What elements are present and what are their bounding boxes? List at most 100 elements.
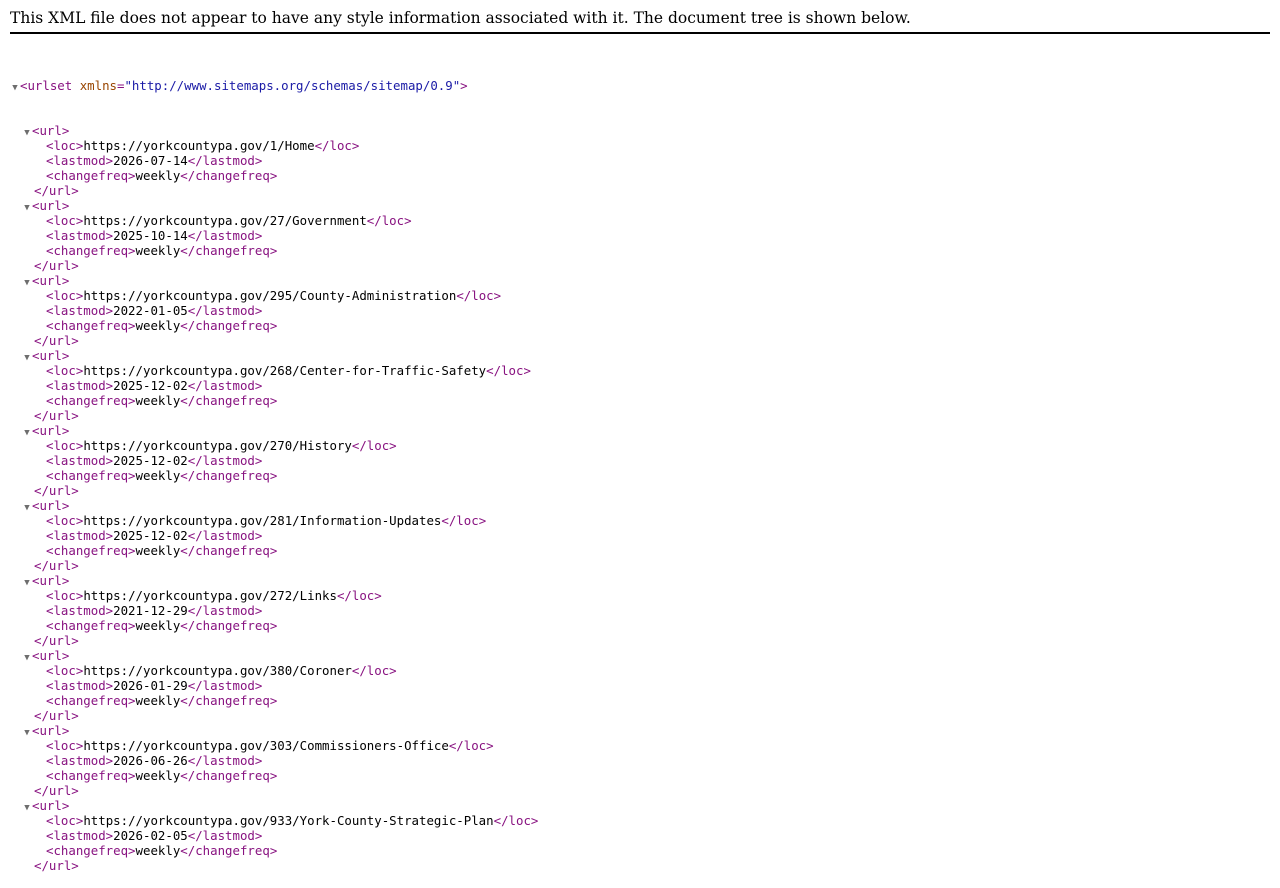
url-close-line: </url>: [0, 183, 1280, 198]
changefreq-value: weekly: [135, 393, 181, 408]
lastmod-open-tag: <lastmod>: [46, 603, 114, 618]
lastmod-open-tag: <lastmod>: [46, 678, 114, 693]
loc-open-tag: <loc>: [46, 363, 84, 378]
url-close-tag: </url>: [34, 858, 79, 873]
url-close-tag: </url>: [34, 333, 79, 348]
loc-line: <loc>https://yorkcountypa.gov/380/Corone…: [0, 663, 1280, 678]
lastmod-value: 2026-01-29: [113, 678, 188, 693]
url-open-tag: <url>: [32, 273, 70, 288]
loc-open-tag: <loc>: [46, 588, 84, 603]
loc-close-tag: </loc>: [448, 738, 494, 753]
url-entry: ▼ <url> <loc>https://yorkcountypa.gov/272/…: [0, 573, 1280, 648]
lastmod-line: <lastmod>2025-12-02</lastmod>: [0, 378, 1280, 393]
loc-value: https://yorkcountypa.gov/281/Information…: [83, 513, 442, 528]
url-close-line: </url>: [0, 558, 1280, 573]
loc-close-tag: </loc>: [336, 588, 382, 603]
url-open-tag: <url>: [32, 123, 70, 138]
lastmod-close-tag: </lastmod>: [187, 528, 263, 543]
url-entry: ▼ <url> <loc>https://yorkcountypa.gov/933/…: [0, 798, 1280, 873]
url-open-tag: <url>: [32, 723, 70, 738]
changefreq-line: <changefreq>weekly</changefreq>: [0, 618, 1280, 633]
lastmod-close-tag: </lastmod>: [187, 153, 263, 168]
url-open-line: ▼ <url>: [0, 198, 1280, 213]
url-open-line: ▼ <url>: [0, 498, 1280, 513]
changefreq-open-tag: <changefreq>: [46, 618, 136, 633]
url-entry: ▼ <url> <loc>https://yorkcountypa.gov/380/…: [0, 648, 1280, 723]
changefreq-open-tag: <changefreq>: [46, 468, 136, 483]
url-open-tag: <url>: [32, 198, 70, 213]
changefreq-value: weekly: [135, 618, 181, 633]
loc-open-tag: <loc>: [46, 513, 84, 528]
url-close-tag: </url>: [34, 183, 79, 198]
url-open-line: ▼ <url>: [0, 573, 1280, 588]
changefreq-line: <changefreq>weekly</changefreq>: [0, 768, 1280, 783]
changefreq-close-tag: </changefreq>: [180, 843, 278, 858]
url-close-line: </url>: [0, 708, 1280, 723]
loc-close-tag: </loc>: [456, 288, 502, 303]
url-open-line: ▼ <url>: [0, 798, 1280, 813]
url-close-tag: </url>: [34, 558, 79, 573]
lastmod-value: 2025-12-02: [113, 453, 188, 468]
changefreq-value: weekly: [135, 318, 181, 333]
url-open-line: ▼ <url>: [0, 123, 1280, 138]
url-close-line: </url>: [0, 258, 1280, 273]
lastmod-open-tag: <lastmod>: [46, 828, 114, 843]
loc-close-tag: </loc>: [351, 438, 397, 453]
xmlns-attr-name: xmlns: [79, 78, 117, 93]
xml-document-tree: ▼ <urlset xmlns="http://www.sitemaps.org/…: [0, 48, 1280, 888]
collapse-toggle-icon[interactable]: ▼: [10, 81, 20, 96]
changefreq-open-tag: <changefreq>: [46, 168, 136, 183]
lastmod-close-tag: </lastmod>: [187, 303, 263, 318]
url-open-tag: <url>: [32, 573, 70, 588]
xmlns-attr-value: "http://www.sitemaps.org/schemas/sitemap…: [124, 78, 461, 93]
url-close-tag: </url>: [34, 708, 79, 723]
changefreq-open-tag: <changefreq>: [46, 693, 136, 708]
changefreq-open-tag: <changefreq>: [46, 318, 136, 333]
lastmod-line: <lastmod>2022-01-05</lastmod>: [0, 303, 1280, 318]
url-entry: ▼ <url> <loc>https://yorkcountypa.gov/27/G…: [0, 198, 1280, 273]
lastmod-open-tag: <lastmod>: [46, 528, 114, 543]
changefreq-value: weekly: [135, 243, 181, 258]
lastmod-line: <lastmod>2021-12-29</lastmod>: [0, 603, 1280, 618]
url-close-line: </url>: [0, 633, 1280, 648]
loc-line: <loc>https://yorkcountypa.gov/270/Histor…: [0, 438, 1280, 453]
url-open-line: ▼ <url>: [0, 723, 1280, 738]
urlset-open-tag: <urlset: [20, 78, 80, 93]
loc-line: <loc>https://yorkcountypa.gov/1/Home</lo…: [0, 138, 1280, 153]
url-open-tag: <url>: [32, 423, 70, 438]
changefreq-open-tag: <changefreq>: [46, 243, 136, 258]
loc-line: <loc>https://yorkcountypa.gov/295/County…: [0, 288, 1280, 303]
loc-value: https://yorkcountypa.gov/268/Center-for-…: [83, 363, 487, 378]
url-close-line: </url>: [0, 858, 1280, 873]
url-close-tag: </url>: [34, 633, 79, 648]
changefreq-close-tag: </changefreq>: [180, 393, 278, 408]
changefreq-line: <changefreq>weekly</changefreq>: [0, 243, 1280, 258]
loc-value: https://yorkcountypa.gov/270/History: [83, 438, 352, 453]
lastmod-open-tag: <lastmod>: [46, 378, 114, 393]
xml-style-notice: This XML file does not appear to have an…: [10, 0, 1270, 34]
changefreq-close-tag: </changefreq>: [180, 168, 278, 183]
url-open-line: ▼ <url>: [0, 423, 1280, 438]
loc-open-tag: <loc>: [46, 138, 84, 153]
changefreq-line: <changefreq>weekly</changefreq>: [0, 468, 1280, 483]
lastmod-close-tag: </lastmod>: [187, 828, 263, 843]
loc-line: <loc>https://yorkcountypa.gov/272/Links<…: [0, 588, 1280, 603]
changefreq-close-tag: </changefreq>: [180, 618, 278, 633]
loc-line: <loc>https://yorkcountypa.gov/933/York-C…: [0, 813, 1280, 828]
url-close-tag: </url>: [34, 408, 79, 423]
changefreq-close-tag: </changefreq>: [180, 468, 278, 483]
lastmod-line: <lastmod>2026-01-29</lastmod>: [0, 678, 1280, 693]
url-close-line: </url>: [0, 783, 1280, 798]
lastmod-open-tag: <lastmod>: [46, 228, 114, 243]
changefreq-value: weekly: [135, 543, 181, 558]
lastmod-line: <lastmod>2026-07-14</lastmod>: [0, 153, 1280, 168]
changefreq-line: <changefreq>weekly</changefreq>: [0, 693, 1280, 708]
changefreq-close-tag: </changefreq>: [180, 318, 278, 333]
loc-value: https://yorkcountypa.gov/27/Government: [83, 213, 367, 228]
loc-close-tag: </loc>: [366, 213, 412, 228]
loc-value: https://yorkcountypa.gov/272/Links: [83, 588, 337, 603]
loc-value: https://yorkcountypa.gov/1/Home: [83, 138, 315, 153]
url-entry: ▼ <url> <loc>https://yorkcountypa.gov/281/…: [0, 498, 1280, 573]
lastmod-line: <lastmod>2025-12-02</lastmod>: [0, 453, 1280, 468]
url-open-line: ▼ <url>: [0, 648, 1280, 663]
